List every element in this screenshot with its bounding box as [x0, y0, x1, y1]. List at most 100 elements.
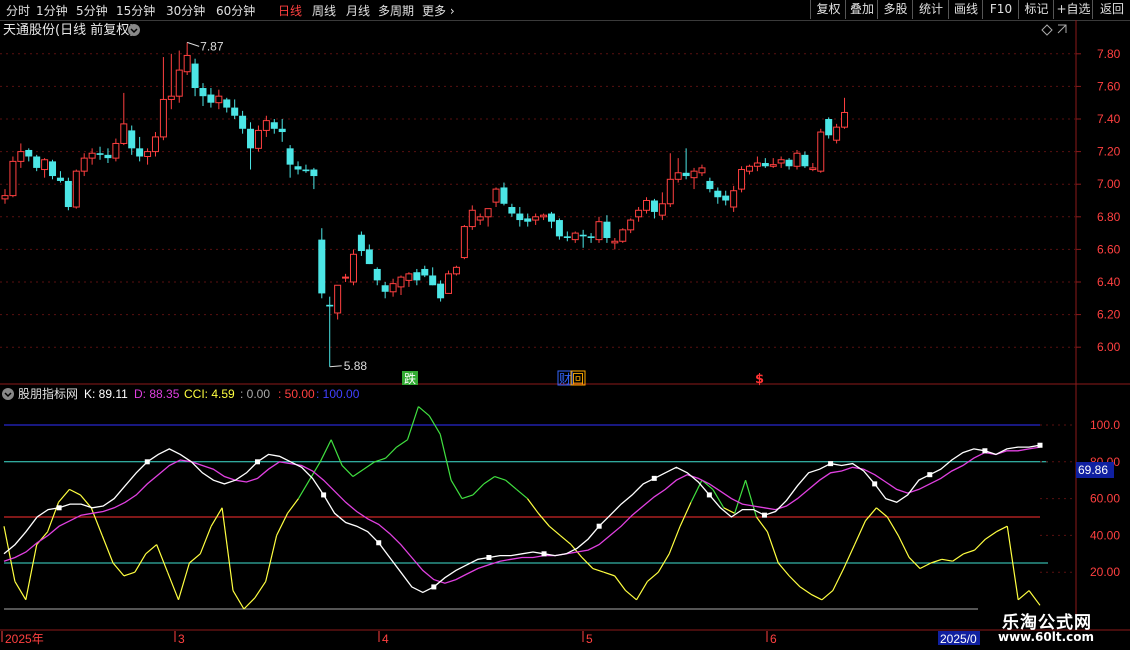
candle-body — [841, 111, 849, 128]
candle-body — [532, 216, 540, 221]
cci-segment — [494, 475, 506, 481]
indicator-tick-label: 60.00 — [1090, 492, 1120, 506]
candle-body — [80, 157, 88, 172]
candle-body — [714, 190, 722, 198]
marker-fall-text: 跌 — [404, 371, 416, 386]
cci-segment — [221, 507, 234, 591]
price-tick-label: 7.00 — [1097, 177, 1121, 191]
candle-body — [159, 98, 167, 138]
price-tick-label: 7.40 — [1097, 112, 1121, 126]
candle-body — [524, 218, 532, 222]
candle-body — [484, 208, 492, 218]
candle-body — [571, 232, 579, 241]
candle-body — [650, 200, 658, 212]
cci-segment — [58, 489, 70, 503]
candle-body — [658, 203, 666, 216]
candle-body — [191, 63, 199, 89]
candle-body — [421, 268, 429, 276]
cci-segment — [974, 538, 986, 551]
marker-dollar[interactable]: $ — [755, 372, 764, 387]
candle-body — [587, 236, 595, 238]
cci-segment — [167, 571, 180, 601]
cci-segment — [3, 526, 16, 582]
candle-body — [643, 200, 651, 211]
cci-segment — [799, 586, 812, 595]
candle-body — [239, 115, 247, 129]
cci-segment — [963, 549, 975, 555]
candle-body — [56, 177, 64, 181]
price-tick-label: 7.20 — [1097, 145, 1121, 159]
candle-body — [215, 95, 223, 104]
candle-body — [437, 283, 445, 299]
candle-body — [88, 152, 96, 159]
candle-body — [231, 107, 239, 116]
k-marker — [828, 461, 834, 467]
chart-area[interactable]: 7.80 7.60 7.40 7.20 7.00 6.80 6.60 6.40 6.20 6.00… — [0, 0, 1130, 650]
date-label: 4 — [382, 632, 389, 646]
indicator-dropdown-icon[interactable] — [2, 388, 14, 400]
candle-body — [793, 152, 801, 167]
candle-body — [595, 221, 603, 241]
k-marker — [541, 551, 547, 557]
cci-segment — [112, 562, 125, 577]
price-tick-label: 6.00 — [1097, 340, 1121, 354]
candle-body — [254, 129, 262, 149]
candle-body — [9, 160, 17, 197]
candle-body — [698, 167, 706, 174]
candle-body — [334, 284, 342, 314]
candle-body — [1, 195, 9, 200]
candle-body — [777, 159, 785, 164]
indicator-zero-value: : 0.00 — [240, 387, 270, 401]
k-marker — [56, 505, 62, 511]
cci-segment — [559, 534, 572, 546]
candle-body — [373, 268, 381, 281]
cci-segment — [14, 581, 27, 601]
high-arrow — [187, 41, 200, 47]
candle-body — [682, 172, 690, 177]
k-line — [3, 444, 1041, 594]
low-arrow — [329, 365, 342, 368]
k-marker — [321, 492, 327, 498]
candle-body — [445, 273, 453, 294]
date-current-label: 2025/0 — [940, 632, 977, 646]
cci-segment — [297, 479, 310, 499]
candle-body — [342, 276, 350, 279]
candle-body — [516, 213, 524, 221]
candle-body — [199, 88, 207, 97]
cci-segment — [635, 581, 648, 601]
candle-body — [365, 249, 373, 265]
cci-segment — [439, 434, 452, 481]
cci-segment — [876, 507, 888, 518]
cci-segment — [69, 488, 81, 496]
indicator-tick-label: 40.00 — [1090, 528, 1120, 542]
candle-body — [286, 148, 294, 165]
cci-segment — [101, 535, 114, 564]
cci-segment — [592, 567, 604, 573]
cci-segment — [886, 516, 899, 536]
candle-body — [397, 276, 405, 288]
candle-body — [666, 178, 674, 205]
candle-body — [413, 272, 421, 281]
cci-segment — [385, 446, 398, 459]
candle-body — [207, 94, 215, 103]
cci-segment — [854, 520, 867, 545]
cci-segment — [843, 544, 856, 569]
diamond-icon[interactable] — [1041, 24, 1053, 36]
candle-body — [167, 95, 175, 100]
candle-body — [825, 119, 833, 136]
cci-segment — [603, 571, 615, 577]
cci-segment — [919, 562, 932, 570]
indicator-tick-label: 20.00 — [1090, 565, 1120, 579]
title-dropdown-icon[interactable] — [128, 24, 140, 36]
cci-segment — [537, 512, 550, 527]
candle-body — [619, 229, 627, 242]
cci-segment — [625, 590, 637, 601]
candle-body — [120, 123, 128, 144]
price-tick-label: 7.80 — [1097, 47, 1121, 61]
cci-segment — [1028, 590, 1041, 606]
cci-segment — [189, 553, 201, 564]
cci-segment — [472, 483, 485, 496]
expand-icon[interactable] — [1057, 24, 1067, 34]
cci-segment — [1017, 590, 1030, 601]
candle-body — [635, 209, 643, 218]
